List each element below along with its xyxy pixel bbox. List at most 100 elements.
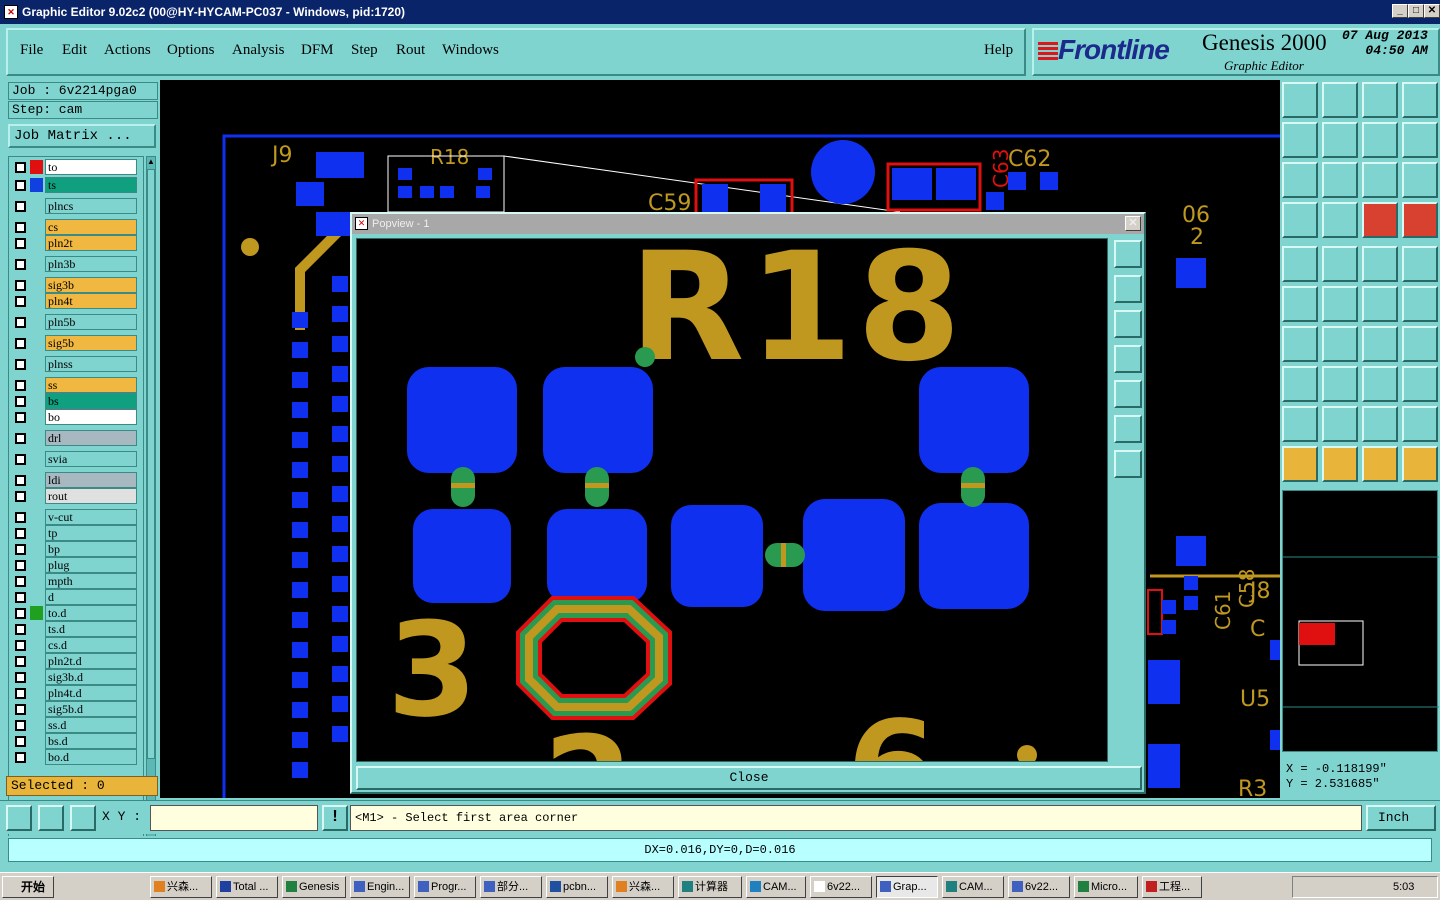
- layer-name[interactable]: pln4t: [45, 293, 137, 309]
- layer-checkbox[interactable]: [15, 296, 26, 307]
- snap-tool-icon[interactable]: [1402, 446, 1438, 482]
- overview-map[interactable]: [1282, 490, 1439, 752]
- taskbar-item[interactable]: 6v22...: [1008, 876, 1070, 898]
- layer-checkbox[interactable]: [15, 704, 26, 715]
- menu-step[interactable]: Step: [351, 42, 378, 59]
- grid-toggle-icon[interactable]: [1322, 202, 1358, 238]
- layer-name[interactable]: svia: [45, 451, 137, 467]
- home-icon[interactable]: [1362, 82, 1398, 118]
- next-icon[interactable]: [1322, 122, 1358, 158]
- layer-row[interactable]: ss.d: [9, 717, 143, 733]
- undo-icon[interactable]: [1362, 122, 1398, 158]
- layer-checkbox[interactable]: [15, 280, 26, 291]
- layer-name[interactable]: bp: [45, 541, 137, 557]
- layer-row[interactable]: pln2t.d: [9, 653, 143, 669]
- line-icon[interactable]: [1322, 326, 1358, 362]
- taskbar-item[interactable]: CAM...: [746, 876, 806, 898]
- layer-row[interactable]: bo.d: [9, 749, 143, 765]
- layer-name[interactable]: d: [45, 589, 137, 605]
- layer-row[interactable]: cs.d: [9, 637, 143, 653]
- layer-checkbox[interactable]: [15, 640, 26, 651]
- snap-icon[interactable]: [6, 805, 32, 831]
- connect2-icon[interactable]: [1402, 286, 1438, 322]
- layer-color-swatch[interactable]: [30, 178, 43, 192]
- layer-checkbox[interactable]: [15, 608, 26, 619]
- grid-icon[interactable]: [70, 805, 96, 831]
- layer-row[interactable]: sig5b.d: [9, 701, 143, 717]
- layer-row[interactable]: bo: [9, 409, 143, 425]
- draw-icon[interactable]: [1322, 246, 1358, 282]
- layer-row[interactable]: plnss: [9, 356, 143, 372]
- layer-name[interactable]: sig3b.d: [45, 669, 137, 685]
- layer-name[interactable]: ss: [45, 377, 137, 393]
- layer-name[interactable]: bo.d: [45, 749, 137, 765]
- layer-checkbox[interactable]: [15, 656, 26, 667]
- layer-checkbox[interactable]: [15, 201, 26, 212]
- layer-name[interactable]: mpth: [45, 573, 137, 589]
- layer-checkbox[interactable]: [15, 433, 26, 444]
- minimize-button[interactable]: _: [1392, 4, 1408, 18]
- layer-name[interactable]: ts.d: [45, 621, 137, 637]
- popview-canvas[interactable]: R18 3: [356, 238, 1108, 762]
- layer-checkbox[interactable]: [15, 338, 26, 349]
- layer-name[interactable]: plncs: [45, 198, 137, 214]
- measure-icon[interactable]: [38, 805, 64, 831]
- layer-row[interactable]: svia: [9, 451, 143, 467]
- taskbar-item[interactable]: pcbn...: [546, 876, 608, 898]
- layer-row[interactable]: ss: [9, 377, 143, 393]
- popview-close-button[interactable]: Close: [356, 766, 1142, 790]
- zoom-in-icon[interactable]: [1114, 415, 1142, 443]
- circle-icon[interactable]: [1402, 246, 1438, 282]
- menu-dfm[interactable]: DFM: [301, 42, 334, 59]
- layer-color-swatch[interactable]: [30, 160, 43, 174]
- layer-checkbox[interactable]: [15, 317, 26, 328]
- drc3-icon[interactable]: [1362, 406, 1398, 442]
- scroll-up-icon[interactable]: ▲: [147, 157, 155, 167]
- select-icon[interactable]: [1322, 446, 1358, 482]
- info-icon[interactable]: !: [322, 805, 348, 831]
- layer-row[interactable]: pln3b: [9, 256, 143, 272]
- layer-checkbox[interactable]: [15, 491, 26, 502]
- layer-row[interactable]: plug: [9, 557, 143, 573]
- layer-row[interactable]: bs.d: [9, 733, 143, 749]
- scroll-thumb[interactable]: [147, 169, 155, 759]
- layer-checkbox[interactable]: [15, 752, 26, 763]
- layer-row[interactable]: bs: [9, 393, 143, 409]
- layer-checkbox[interactable]: [15, 528, 26, 539]
- open-icon[interactable]: [1282, 82, 1318, 118]
- layer-name[interactable]: sig3b: [45, 277, 137, 293]
- layer-name[interactable]: cs.d: [45, 637, 137, 653]
- taskbar-item[interactable]: Micro...: [1074, 876, 1138, 898]
- pan-right-icon[interactable]: [1114, 380, 1142, 408]
- layer-name[interactable]: v-cut: [45, 509, 137, 525]
- layer-red-icon[interactable]: [1362, 202, 1398, 238]
- layer-name[interactable]: to: [45, 159, 137, 175]
- resize-icon[interactable]: [1362, 366, 1398, 402]
- layer-row[interactable]: tp: [9, 525, 143, 541]
- popview-title-bar[interactable]: ✕ Popview - 1 ✕: [352, 214, 1144, 234]
- connect-icon[interactable]: [1362, 286, 1398, 322]
- layer-row[interactable]: sig5b: [9, 335, 143, 351]
- close-button[interactable]: ✕: [1424, 4, 1440, 18]
- layer-checkbox[interactable]: [15, 688, 26, 699]
- taskbar-item[interactable]: 兴森...: [150, 876, 212, 898]
- help-icon[interactable]: [1402, 162, 1438, 198]
- layer-checkbox[interactable]: [15, 592, 26, 603]
- pan-left-icon[interactable]: [1114, 345, 1142, 373]
- move-icon[interactable]: [1282, 366, 1318, 402]
- layer-name[interactable]: ldi: [45, 472, 137, 488]
- layer-row[interactable]: pln4t: [9, 293, 143, 309]
- delete-node-icon[interactable]: [1322, 286, 1358, 322]
- menu-help[interactable]: Help: [984, 42, 1013, 59]
- layer-name[interactable]: pln2t.d: [45, 653, 137, 669]
- layer-row[interactable]: drl: [9, 430, 143, 446]
- zoom-out-icon[interactable]: [1114, 450, 1142, 478]
- pointer-icon[interactable]: [1282, 446, 1318, 482]
- layer-name[interactable]: cs: [45, 219, 137, 235]
- layer-name[interactable]: drl: [45, 430, 137, 446]
- layer-row[interactable]: sig3b: [9, 277, 143, 293]
- layer-checkbox[interactable]: [15, 396, 26, 407]
- taskbar-item[interactable]: Genesis: [282, 876, 346, 898]
- layer-row[interactable]: d: [9, 589, 143, 605]
- measure-tool-icon[interactable]: [1282, 202, 1318, 238]
